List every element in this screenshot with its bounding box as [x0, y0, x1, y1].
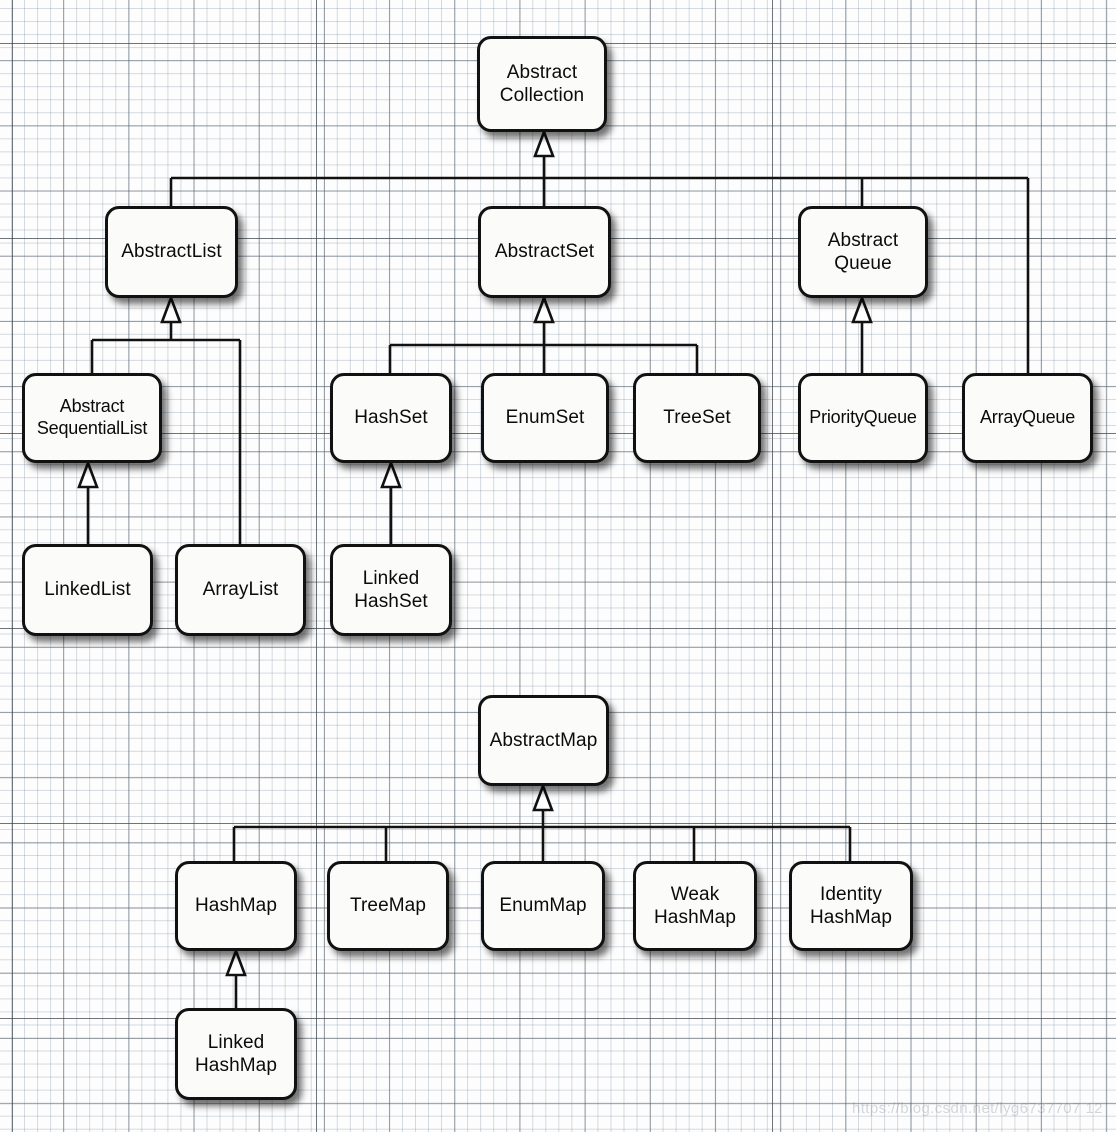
node-linked-hash-set[interactable]: Linked HashSet	[330, 544, 452, 636]
generalization-arrowhead	[160, 294, 182, 324]
node-array-list[interactable]: ArrayList	[175, 544, 306, 636]
node-array-queue[interactable]: ArrayQueue	[962, 373, 1093, 463]
node-priority-queue[interactable]: PriorityQueue	[798, 373, 928, 463]
generalization-arrowhead	[225, 947, 247, 977]
node-linked-list[interactable]: LinkedList	[22, 544, 153, 636]
node-weak-hash-map[interactable]: Weak HashMap	[633, 861, 757, 951]
node-abstract-collection[interactable]: Abstract Collection	[477, 36, 607, 132]
generalization-arrowhead	[533, 294, 555, 324]
generalization-arrowhead	[77, 459, 99, 489]
generalization-arrowhead	[532, 782, 554, 812]
generalization-arrowhead	[533, 128, 555, 158]
node-abstract-map[interactable]: AbstractMap	[478, 695, 609, 786]
generalization-arrowhead	[851, 294, 873, 324]
node-abstract-queue[interactable]: Abstract Queue	[798, 206, 928, 298]
node-enum-map[interactable]: EnumMap	[481, 861, 605, 951]
diagram-canvas: Abstract Collection AbstractList Abstrac…	[0, 0, 1116, 1132]
generalization-arrowhead	[380, 459, 402, 489]
node-hash-set[interactable]: HashSet	[330, 373, 452, 463]
node-tree-set[interactable]: TreeSet	[633, 373, 761, 463]
node-abstract-sequential-list[interactable]: Abstract SequentialList	[22, 373, 162, 463]
node-abstract-list[interactable]: AbstractList	[105, 206, 238, 298]
node-linked-hash-map[interactable]: Linked HashMap	[175, 1008, 297, 1100]
node-enum-set[interactable]: EnumSet	[481, 373, 609, 463]
node-identity-hash-map[interactable]: Identity HashMap	[789, 861, 913, 951]
node-tree-map[interactable]: TreeMap	[327, 861, 449, 951]
node-hash-map[interactable]: HashMap	[175, 861, 297, 951]
node-abstract-set[interactable]: AbstractSet	[478, 206, 611, 298]
edge-layer	[77, 128, 1030, 1008]
